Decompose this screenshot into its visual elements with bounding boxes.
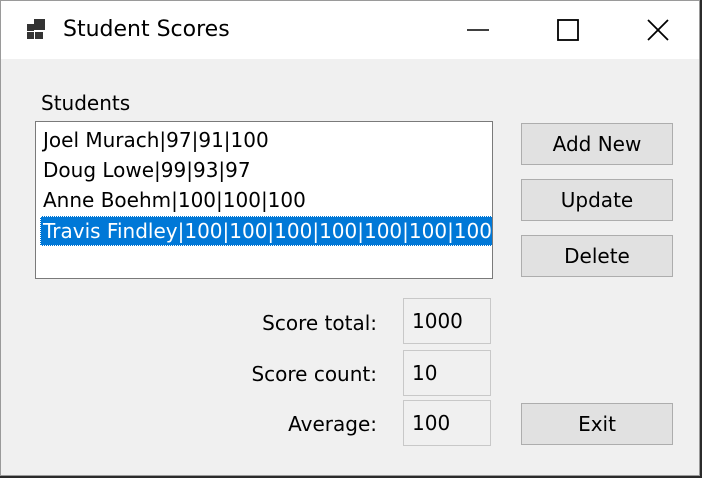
minimize-icon bbox=[467, 29, 489, 31]
update-button[interactable]: Update bbox=[521, 179, 673, 221]
list-item[interactable]: Anne Boehm|100|100|100 bbox=[40, 185, 306, 215]
student-scores-window: Student Scores Students Joel Murach|97|9… bbox=[0, 0, 700, 476]
list-item[interactable]: Joel Murach|97|91|100 bbox=[40, 125, 269, 155]
score-count-label: Score count: bbox=[251, 362, 377, 386]
score-total-field[interactable]: 1000 bbox=[403, 298, 491, 344]
list-item[interactable]: Doug Lowe|99|93|97 bbox=[40, 155, 251, 185]
maximize-icon bbox=[557, 19, 579, 41]
list-item-selected[interactable]: Travis Findley|100|100|100|100|100|100|1… bbox=[40, 216, 492, 246]
maximize-button[interactable] bbox=[523, 1, 613, 59]
close-icon bbox=[647, 19, 669, 41]
students-listbox[interactable]: Joel Murach|97|91|100 Doug Lowe|99|93|97… bbox=[35, 121, 493, 279]
close-button[interactable] bbox=[613, 1, 702, 59]
add-new-button[interactable]: Add New bbox=[521, 123, 673, 165]
students-label: Students bbox=[41, 91, 131, 115]
exit-button[interactable]: Exit bbox=[521, 403, 673, 445]
window-title: Student Scores bbox=[63, 17, 230, 42]
delete-button[interactable]: Delete bbox=[521, 235, 673, 277]
title-bar[interactable]: Student Scores bbox=[1, 1, 699, 59]
score-total-label: Score total: bbox=[262, 311, 377, 335]
average-field[interactable]: 100 bbox=[403, 400, 491, 446]
minimize-button[interactable] bbox=[433, 1, 523, 59]
app-window-icon bbox=[27, 19, 45, 39]
average-label: Average: bbox=[288, 412, 377, 436]
score-count-field[interactable]: 10 bbox=[403, 350, 491, 396]
